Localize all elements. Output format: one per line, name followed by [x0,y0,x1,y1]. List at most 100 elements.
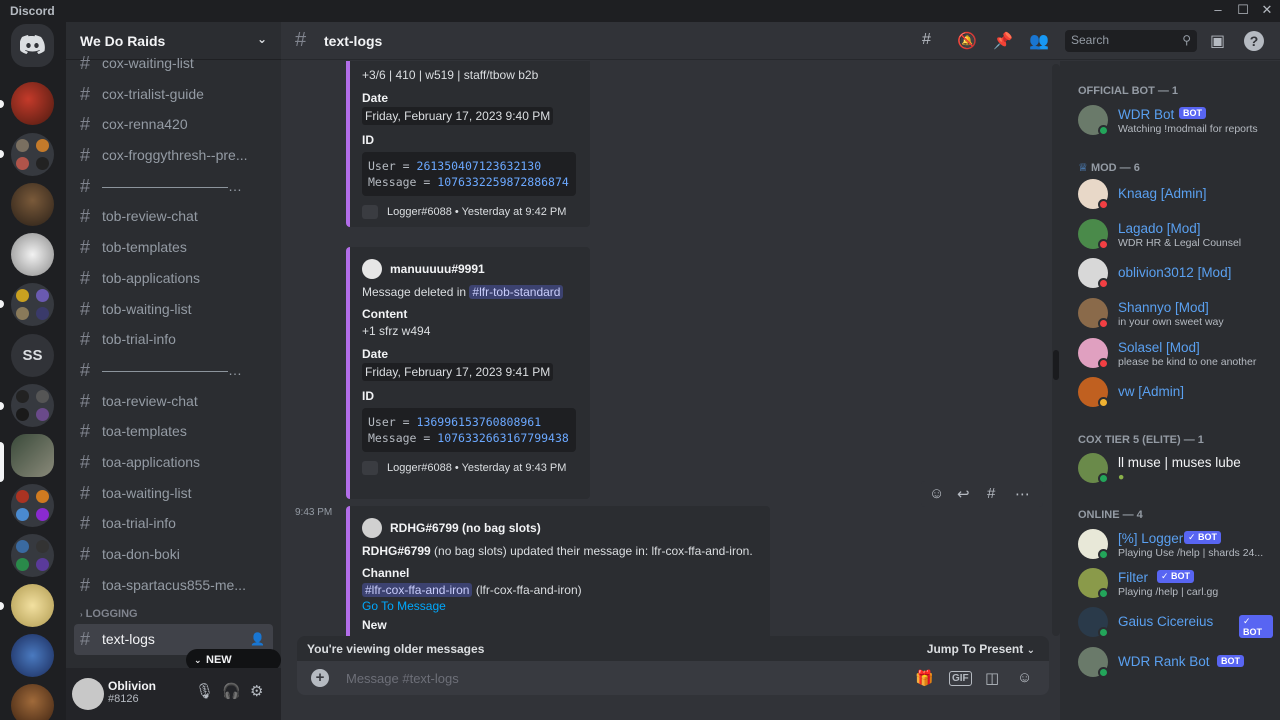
server-icon-blue[interactable] [11,634,54,677]
member-item[interactable]: WDR Rank Bot BOT [1078,645,1273,681]
minimize-icon[interactable]: – [1207,2,1229,20]
emoji-icon[interactable]: ☺ [1017,669,1032,686]
channel-item[interactable]: # toa-don-boki [66,539,281,570]
status-dot [1098,397,1109,408]
server-folder-4[interactable] [11,484,54,527]
hash-icon: # [80,451,91,472]
channel-item[interactable]: # tob-review-chat [66,201,281,232]
username[interactable]: Oblivion [108,679,156,693]
search-input[interactable]: Search ⚲ [1065,30,1197,52]
channel-item[interactable]: # toa-templates [66,416,281,447]
close-icon[interactable]: ✕ [1256,2,1278,20]
category-logging[interactable]: › LOGGING [66,600,281,624]
server-folder-5[interactable] [11,534,54,577]
member-item[interactable]: Filter ✓ BOT Playing /help | carl.gg [1078,566,1273,602]
pin-icon[interactable]: 📌 [993,31,1013,51]
member-item[interactable]: ll muse | muses lube ● [1078,451,1273,487]
threads-icon[interactable]: # [922,31,931,49]
server-folder-1[interactable] [11,133,54,176]
member-item[interactable]: vw [Admin] [1078,375,1273,411]
channel-header: # text-logs # 🔕 📌 👥 Search ⚲ ▣ ? [281,22,1280,60]
server-icon-brown[interactable] [11,684,54,720]
scrollbar-thumb[interactable] [1053,350,1059,380]
channel-mention[interactable]: #lfr-tob-standard [469,285,564,299]
log-embed: manuuuuu#9991 Message deleted in #lfr-to… [346,247,590,499]
server-name: We Do Raids [80,33,166,49]
maximize-icon[interactable]: ☐ [1232,2,1254,20]
member-item[interactable]: WDR Bot BOT Watching !modmail for reports [1078,103,1273,139]
channel-item[interactable]: # tob-trial-info [66,324,281,355]
server-icon-wdr[interactable] [11,434,54,477]
avatar [362,518,382,538]
sticker-icon[interactable]: ◫ [985,669,999,687]
server-icon-fairy[interactable] [11,584,54,627]
member-group-header: COX TIER 5 (ELITE) — 1 [1078,434,1204,446]
deleted-content: +1 sfrz w494 [362,324,431,338]
member-item[interactable]: [%] Logger ✓ BOT Playing Use /help | shar… [1078,527,1273,563]
logger-avatar-icon [362,461,378,475]
unread-pill [0,150,4,158]
channel-item[interactable]: # ——————————... [66,355,281,386]
bot-badge: ✓ BOT [1184,531,1222,544]
upload-plus-icon[interactable]: + [311,669,329,687]
jump-to-present-button[interactable]: Jump To Present ⌄ [927,642,1035,656]
member-list-icon[interactable]: 👥 [1029,31,1049,51]
create-thread-icon[interactable]: # [987,485,995,502]
channel-item[interactable]: # ——————————... [66,171,281,202]
member-item[interactable]: Gaius Cicereius ✓ BOT [1078,605,1273,641]
avatar[interactable] [72,678,104,710]
message-input[interactable]: Message #text-logs [346,671,459,686]
status-dot [1098,239,1109,250]
gif-icon[interactable]: GIF [949,671,972,686]
channel-item[interactable]: # toa-spartacus855-me... [66,570,281,601]
server-folder-3[interactable] [11,384,54,427]
app-title: Discord [10,4,55,18]
discord-home-button[interactable] [11,24,54,67]
help-icon[interactable]: ? [1244,31,1264,51]
channel-item[interactable]: # cox-trialist-guide [66,79,281,110]
headphones-icon[interactable]: 🎧 [222,682,241,700]
server-icon-ss[interactable]: SS [11,334,54,377]
hash-icon: # [80,53,91,73]
channel-item[interactable]: # toa-trial-info [66,508,281,539]
member-item[interactable]: Lagado [Mod] WDR HR & Legal Counsel [1078,217,1273,253]
server-folder-2[interactable] [11,283,54,326]
channel-mention[interactable]: #lfr-cox-ffa-and-iron [362,583,473,597]
channel-item[interactable]: # tob-waiting-list [66,294,281,325]
server-icon-dragon[interactable] [11,82,54,125]
channel-item[interactable]: # cox-waiting-list [66,48,281,79]
member-item[interactable]: Knaag [Admin] [1078,177,1273,213]
channel-item[interactable]: # tob-templates [66,232,281,263]
gear-icon[interactable]: ⚙ [250,682,263,700]
reply-icon[interactable]: ↩ [957,485,970,503]
member-item[interactable]: Solasel [Mod] please be kind to one anot… [1078,336,1273,372]
channel-item[interactable]: # toa-waiting-list [66,478,281,509]
field-label: Date [362,91,389,105]
field-label: Content [362,307,408,321]
more-options-icon[interactable]: ⋯ [1015,485,1030,503]
hash-icon: # [80,359,91,380]
channel-item[interactable]: # cox-renna420 [66,109,281,140]
server-icon-bunny[interactable] [11,233,54,276]
channel-item[interactable]: # cox-froggythresh--pre... [66,140,281,171]
gift-icon[interactable]: 🎁 [915,669,934,687]
status-dot [1098,473,1109,484]
embed-footer: Logger#6088 • Yesterday at 9:43 PM [362,461,578,475]
member-item[interactable]: Shannyo [Mod] in your own sweet way [1078,296,1273,332]
mute-notifications-icon[interactable]: 🔕 [957,31,977,51]
channel-list: # cox-waiting-list # cox-trialist-guide # c… [66,48,281,656]
microphone-icon[interactable]: 🎙 [195,682,214,700]
channel-item[interactable]: # toa-review-chat [66,386,281,417]
add-reaction-icon[interactable]: ☺ [929,485,944,502]
inbox-icon[interactable]: ▣ [1210,31,1225,51]
log-embed: +3/6 | 410 | w519 | staff/tbow b2b Date … [346,61,590,227]
channel-item[interactable]: # tob-applications [66,263,281,294]
chevron-down-icon[interactable]: ⌄ [257,32,267,46]
channel-item[interactable]: # toa-applications [66,447,281,478]
server-icon-bridge[interactable] [11,183,54,226]
field-label: ID [362,389,374,403]
member-item[interactable]: oblivion3012 [Mod] [1078,256,1273,292]
go-to-message-link[interactable]: Go To Message [362,599,758,613]
status-dot [1098,278,1109,289]
hash-icon: # [80,298,91,319]
